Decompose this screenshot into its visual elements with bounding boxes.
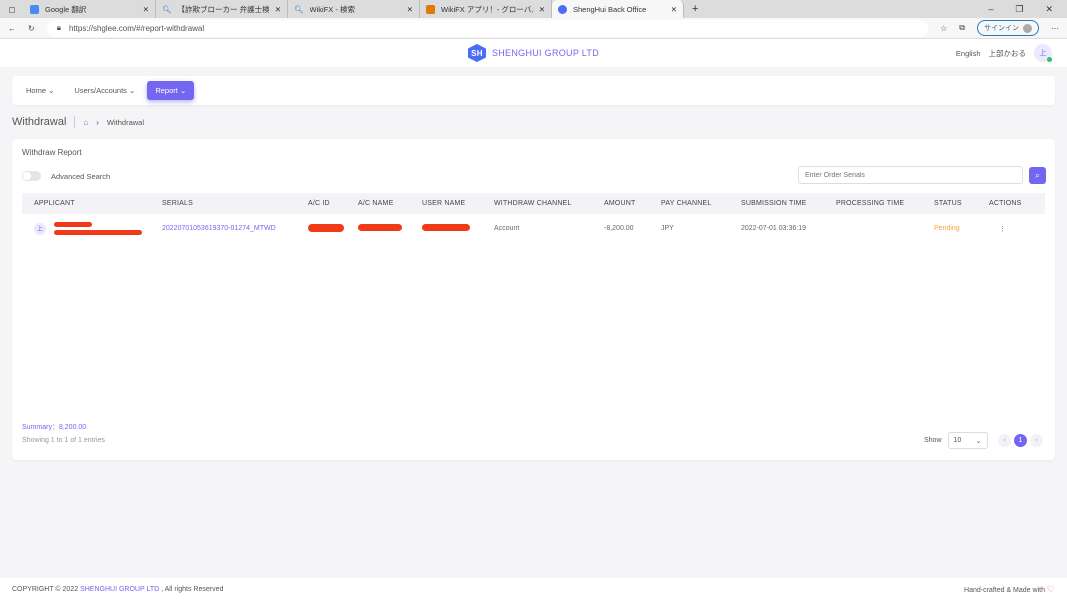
breadcrumb: Withdrawal ⌂ › Withdrawal (12, 116, 144, 128)
page-size-select[interactable]: 10 ⌄ (947, 432, 988, 449)
column-header[interactable]: AMOUNT (600, 193, 657, 214)
column-header[interactable]: APPLICANT (22, 193, 158, 214)
actions-menu-icon[interactable]: ⋮ (985, 214, 1045, 243)
card-title: Withdraw Report (22, 148, 82, 157)
search-button[interactable]: ⌕ (1029, 167, 1046, 184)
close-tab-icon[interactable]: ✕ (539, 5, 545, 14)
app-header: SH SHENGHUI GROUP LTD English 上部かおる 上 (0, 39, 1067, 67)
serial-link[interactable]: 20220701053619370-01274_MTWD (162, 225, 276, 232)
close-window-icon[interactable]: ✕ (1045, 4, 1053, 15)
language-select[interactable]: English (956, 49, 981, 58)
user-name[interactable]: 上部かおる (989, 48, 1027, 59)
redaction-mark (422, 224, 470, 231)
online-status-icon (1047, 57, 1052, 62)
browser-tab[interactable]: Google 翻訳 ✕ (24, 0, 156, 18)
restore-icon[interactable]: ❐ (1015, 4, 1023, 15)
page-title: Withdrawal (12, 116, 76, 128)
browser-tab[interactable]: 🔍︎ WikiFX - 検索 ✕ (288, 0, 420, 18)
withdraw-table: APPLICANT SERIALS A/C ID A/C NAME USER N… (22, 193, 1045, 243)
profile-icon (1023, 23, 1032, 33)
main-nav: Home ⌄ Users/Accounts ⌄ Report ⌄ (12, 76, 1055, 105)
close-tab-icon[interactable]: ✕ (407, 5, 413, 14)
chevron-down-icon: ⌄ (975, 437, 982, 445)
user-avatar[interactable]: 上 (1034, 44, 1052, 62)
address-bar: ← ↻ 🔒︎ https://shglee.com/#/report-withdr… (0, 18, 1067, 39)
reload-icon[interactable]: ↻ (28, 24, 35, 33)
footer: COPYRIGHT © 2022 SHENGHUI GROUP LTD , Al… (0, 578, 1067, 600)
next-page-button[interactable]: › (1030, 434, 1043, 447)
column-header[interactable]: WITHDRAW CHANNEL (490, 193, 600, 214)
column-header[interactable]: ACTIONS (985, 193, 1045, 214)
new-tab-icon[interactable]: + (684, 3, 706, 15)
favicon-icon (426, 4, 435, 14)
prev-page-button[interactable]: ‹ (998, 434, 1011, 447)
column-header[interactable]: STATUS (930, 193, 985, 214)
column-header[interactable]: SERIALS (158, 193, 304, 214)
brand-logo[interactable]: SH SHENGHUI GROUP LTD (467, 44, 599, 62)
minimize-icon[interactable]: – (988, 4, 993, 15)
redaction-mark (358, 224, 402, 231)
chevron-down-icon: ⌄ (179, 86, 187, 95)
browser-tab[interactable]: 🔍︎【詐欺ブローカー 弁護士検索 - 検索✕ (156, 0, 288, 18)
entries-info: Showing 1 to 1 of 1 entries (22, 437, 105, 444)
applicant-avatar: 上 (34, 222, 46, 235)
pagination: ‹ 1 › (998, 434, 1043, 447)
chevron-down-icon: ⌄ (48, 86, 55, 95)
home-icon[interactable]: ⌂ (83, 118, 88, 127)
search-favicon-icon: 🔍︎ (294, 4, 304, 14)
close-tab-icon[interactable]: ✕ (671, 5, 677, 14)
nav-users-accounts[interactable]: Users/Accounts ⌄ (66, 81, 143, 100)
summary: Summary：8,200.00 (22, 424, 87, 431)
column-header[interactable]: A/C NAME (354, 193, 418, 214)
chevron-down-icon: ⌄ (129, 86, 136, 95)
column-header[interactable]: SUBMISSION TIME (737, 193, 832, 214)
close-tab-icon[interactable]: ✕ (275, 5, 281, 14)
nav-home[interactable]: Home ⌄ (18, 81, 62, 100)
back-icon[interactable]: ← (8, 24, 16, 33)
search-favicon-icon: 🔍︎ (162, 4, 172, 14)
withdraw-channel: Account (494, 225, 520, 232)
pay-channel: JPY (661, 225, 674, 232)
more-icon[interactable]: ⋯ (1051, 24, 1059, 33)
browser-tab-active[interactable]: ShengHui Back Office ✕ (552, 0, 684, 18)
close-tab-icon[interactable]: ✕ (143, 5, 149, 14)
browser-tab[interactable]: WikiFX アプリ！- グローバルブローカー✕ (420, 0, 552, 18)
submission-time: 2022-07-01 03:36:19 (741, 225, 806, 232)
lock-icon: 🔒︎ (56, 23, 61, 32)
column-header[interactable]: PAY CHANNEL (657, 193, 737, 214)
withdraw-report-card: Withdraw Report Advanced Search ⌕ APPLIC… (12, 139, 1055, 460)
url-input[interactable]: 🔒︎ https://shglee.com/#/report-withdrawal (46, 19, 929, 37)
order-serials-search-input[interactable] (798, 166, 1023, 184)
advanced-search-toggle[interactable] (22, 171, 41, 181)
search-icon: ⌕ (1035, 170, 1040, 180)
column-header[interactable]: PROCESSING TIME (832, 193, 930, 214)
footer-brand-link[interactable]: SHENGHUI GROUP LTD (80, 586, 159, 593)
column-header[interactable]: A/C ID (304, 193, 354, 214)
signin-button[interactable]: サインイン (977, 20, 1039, 36)
redaction-mark (54, 230, 142, 235)
redaction-mark (54, 222, 92, 227)
collections-icon[interactable]: ⧉ (959, 23, 965, 33)
logo-icon: SH (467, 44, 486, 62)
column-header[interactable]: USER NAME (418, 193, 490, 214)
favorites-icon[interactable]: ☆ (940, 24, 947, 33)
redaction-mark (308, 223, 344, 232)
favicon-icon (30, 4, 39, 14)
tab-actions-icon[interactable]: ▢ (0, 5, 24, 14)
processing-time (832, 214, 930, 243)
nav-report[interactable]: Report ⌄ (147, 81, 195, 100)
browser-tab-bar: ▢ Google 翻訳✕ 🔍︎【詐欺ブローカー 弁護士検索 - 検索✕ 🔍︎Wi… (0, 0, 1067, 18)
page-button[interactable]: 1 (1014, 434, 1027, 447)
table-row: 上 20220701053619370-01274_MTWD Account -… (22, 214, 1045, 243)
amount: -8,200.00 (604, 225, 634, 232)
breadcrumb-current: Withdrawal (106, 117, 145, 127)
heart-icon: ♡ (1046, 583, 1055, 594)
chevron-right-icon: › (96, 117, 99, 127)
status-badge: Pending (934, 225, 960, 232)
favicon-icon (558, 4, 567, 14)
